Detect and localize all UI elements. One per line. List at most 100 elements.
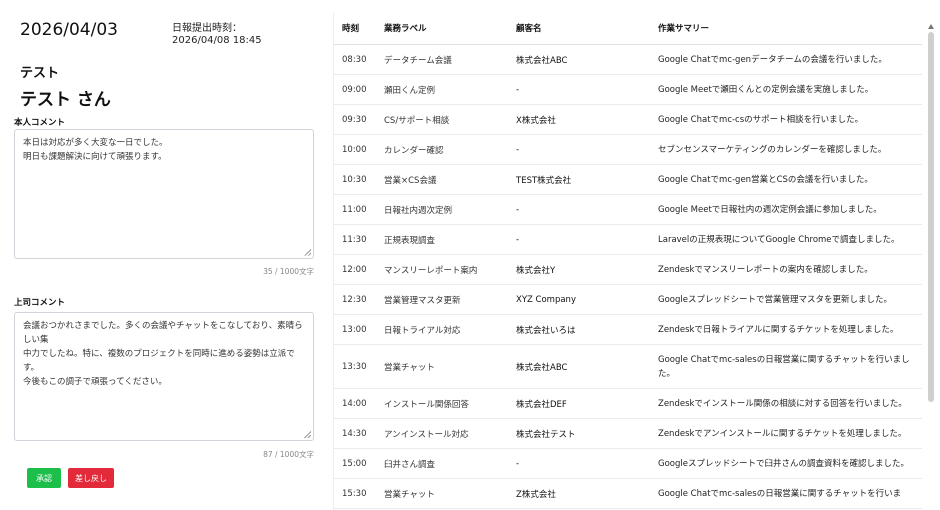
cell-customer: - — [508, 194, 650, 225]
table-row: 14:30 アンインストール対応 株式会社テスト Zendeskでアンインストールに関… — [334, 418, 922, 449]
cell-summary: Laravelの正規表現についてGoogle Chromeで調査しました。 — [650, 224, 922, 255]
report-date: 2026/04/03 — [20, 20, 118, 40]
cell-time: 11:30 — [334, 224, 376, 255]
column-header-time: 時刻 — [334, 12, 376, 45]
self-comment-line: 本日は対応が多く大変な一日でした。 — [23, 138, 168, 148]
cell-label: 臼井さん調査 — [376, 448, 508, 479]
cell-customer: - — [508, 448, 650, 479]
cell-time: 12:30 — [334, 284, 376, 315]
cell-customer: 株式会社いろは — [508, 314, 650, 345]
report-panel: 2026/04/03 日報提出時刻： 2026/04/08 18:45 テスト … — [0, 0, 330, 510]
cell-summary: Google Chatでmc-gen営業とCSの会議を行いました。 — [650, 164, 922, 195]
table-row: 12:00 マンスリーレポート案内 株式会社Y Zendeskでマンスリーレポートの案… — [334, 254, 922, 285]
table-row: 15:00 臼井さん調査 - Googleスプレッドシートで臼井さんの調査資料を確認し… — [334, 448, 922, 479]
boss-comment-label: 上司コメント — [14, 298, 66, 308]
cell-customer: 株式会社テスト — [508, 418, 650, 449]
cell-time: 15:00 — [334, 448, 376, 479]
cell-time: 09:00 — [334, 74, 376, 105]
cell-label: インストール関係回答 — [376, 388, 508, 419]
table-row: 14:00 インストール関係回答 株式会社DEF Zendeskでインストール関係の相… — [334, 388, 922, 419]
cell-summary: Googleスプレッドシートで臼井さんの調査資料を確認しました。 — [650, 448, 922, 479]
table-header-row: 時刻 業務ラベル 顧客名 作業サマリー — [334, 12, 922, 45]
cell-summary: Google Chatでmc-genデータチームの会議を行いました。 — [650, 44, 922, 75]
cell-time: 11:00 — [334, 194, 376, 225]
cell-customer: 株式会社ABC — [508, 344, 650, 389]
cell-label: 営業管理マスタ更新 — [376, 284, 508, 315]
table-row: 10:30 営業×CS会議 TEST株式会社 Google Chatでmc-gen営業… — [334, 164, 922, 195]
cell-customer: 株式会社DEF — [508, 388, 650, 419]
cell-summary: Google Chatでmc-salesの日報営業に関するチャットを行いま — [650, 478, 922, 509]
cell-label: カレンダー確認 — [376, 134, 508, 165]
boss-comment-textarea[interactable]: 会議おつかれさまでした。多くの会議やチャットをこなしており、素晴らしい集 中力で… — [14, 312, 314, 441]
approve-button[interactable]: 承認 — [27, 468, 61, 488]
cell-label: CS/サポート相談 — [376, 104, 508, 135]
self-comment-textarea[interactable]: 本日は対応が多く大変な一日でした。 明日も課題解決に向けて頑張ります。 — [14, 129, 314, 259]
cell-summary: Google Chatでmc-csのサポート相談を行いました。 — [650, 104, 922, 135]
cell-time: 14:30 — [334, 418, 376, 449]
table-row: 13:30 営業チャット 株式会社ABC Google Chatでmc-salesの日… — [334, 344, 922, 389]
resize-grip-icon[interactable] — [304, 431, 311, 438]
boss-comment-line: 中力でしたね。特に、複数のプロジェクトを同時に進める姿勢は立派です。 — [23, 349, 295, 373]
cell-summary: Zendeskでマンスリーレポートの案内を確認しました。 — [650, 254, 922, 285]
activity-table: 時刻 業務ラベル 顧客名 作業サマリー 08:30 データチーム会議株式会社ABC… — [334, 12, 922, 509]
cell-label: 営業チャット — [376, 344, 508, 389]
cell-summary: セブンセンスマーケティングのカレンダーを確認しました。 — [650, 134, 922, 165]
column-header-label: 業務ラベル — [376, 12, 508, 45]
submit-time-label: 日報提出時刻： — [172, 23, 242, 34]
column-header-customer: 顧客名 — [508, 12, 650, 45]
cell-time: 08:30 — [334, 44, 376, 75]
cell-time: 13:30 — [334, 344, 376, 389]
return-button[interactable]: 差し戻し — [68, 468, 114, 488]
cell-customer: XYZ Company — [508, 284, 650, 315]
cell-time: 15:30 — [334, 478, 376, 509]
cell-label: 瀬田くん定例 — [376, 74, 508, 105]
cell-label: 日報トライアル対応 — [376, 314, 508, 345]
cell-customer: X株式会社 — [508, 104, 650, 135]
person-name: テスト さん — [20, 90, 111, 110]
cell-customer: Z株式会社 — [508, 478, 650, 509]
cell-customer: 株式会社Y — [508, 254, 650, 285]
table-row: 11:30 正規表現調査 - Laravelの正規表現についてGoogle Chrom… — [334, 224, 922, 255]
cell-customer: - — [508, 134, 650, 165]
cell-customer: - — [508, 224, 650, 255]
self-comment-char-count: 35 / 1000文字 — [263, 267, 314, 276]
cell-label: 日報社内週次定例 — [376, 194, 508, 225]
activity-table-container[interactable]: 時刻 業務ラベル 顧客名 作業サマリー 08:30 データチーム会議株式会社ABC… — [333, 12, 934, 510]
self-comment-line: 明日も課題解決に向けて頑張ります。 — [23, 152, 167, 162]
boss-comment-line: 会議おつかれさまでした。多くの会議やチャットをこなしており、素晴らしい集 — [23, 321, 303, 345]
table-row: 09:00 瀬田くん定例 - Google Meetで瀬田くんとの定例会議を実施しまし… — [334, 74, 922, 105]
cell-label: 正規表現調査 — [376, 224, 508, 255]
cell-label: データチーム会議 — [376, 44, 508, 75]
cell-summary: Zendeskで日報トライアルに関するチケットを処理しました。 — [650, 314, 922, 345]
cell-time: 14:00 — [334, 388, 376, 419]
table-row: 12:30 営業管理マスタ更新 XYZ Company Googleスプレッドシートで… — [334, 284, 922, 315]
submit-time-value: 2026/04/08 18:45 — [172, 35, 262, 46]
cell-time: 12:00 — [334, 254, 376, 285]
scrollbar-thumb[interactable] — [928, 32, 934, 402]
cell-label: マンスリーレポート案内 — [376, 254, 508, 285]
scroll-up-arrow-icon[interactable] — [928, 24, 934, 29]
cell-time: 13:00 — [334, 314, 376, 345]
boss-comment-line: 今後もこの調子で頑張ってください。 — [23, 377, 167, 387]
cell-summary: Google Meetで日報社内の週次定例会議に参加しました。 — [650, 194, 922, 225]
cell-summary: Zendeskでアンインストールに関するチケットを処理しました。 — [650, 418, 922, 449]
cell-label: アンインストール対応 — [376, 418, 508, 449]
cell-customer: TEST株式会社 — [508, 164, 650, 195]
cell-label: 営業チャット — [376, 478, 508, 509]
table-row: 13:00 日報トライアル対応 株式会社いろは Zendeskで日報トライアルに関する… — [334, 314, 922, 345]
cell-time: 09:30 — [334, 104, 376, 135]
department-name: テスト — [20, 66, 60, 81]
table-row: 15:30 営業チャット Z株式会社 Google Chatでmc-salesの日報営… — [334, 478, 922, 509]
table-row: 10:00 カレンダー確認 - セブンセンスマーケティングのカレンダーを確認しました。 — [334, 134, 922, 165]
column-header-summary: 作業サマリー — [650, 12, 922, 45]
cell-time: 10:00 — [334, 134, 376, 165]
boss-comment-char-count: 87 / 1000文字 — [263, 450, 314, 459]
cell-summary: Google Chatでmc-salesの日報営業に関するチャットを行いました。 — [650, 344, 922, 389]
cell-time: 10:30 — [334, 164, 376, 195]
resize-grip-icon[interactable] — [304, 249, 311, 256]
cell-summary: Zendeskでインストール関係の相談に対する回答を行いました。 — [650, 388, 922, 419]
table-row: 09:30 CS/サポート相談 X株式会社 Google Chatでmc-csのサポー… — [334, 104, 922, 135]
cell-customer: - — [508, 74, 650, 105]
cell-summary: Google Meetで瀬田くんとの定例会議を実施しました。 — [650, 74, 922, 105]
table-row: 11:00 日報社内週次定例 - Google Meetで日報社内の週次定例会議に参加… — [334, 194, 922, 225]
